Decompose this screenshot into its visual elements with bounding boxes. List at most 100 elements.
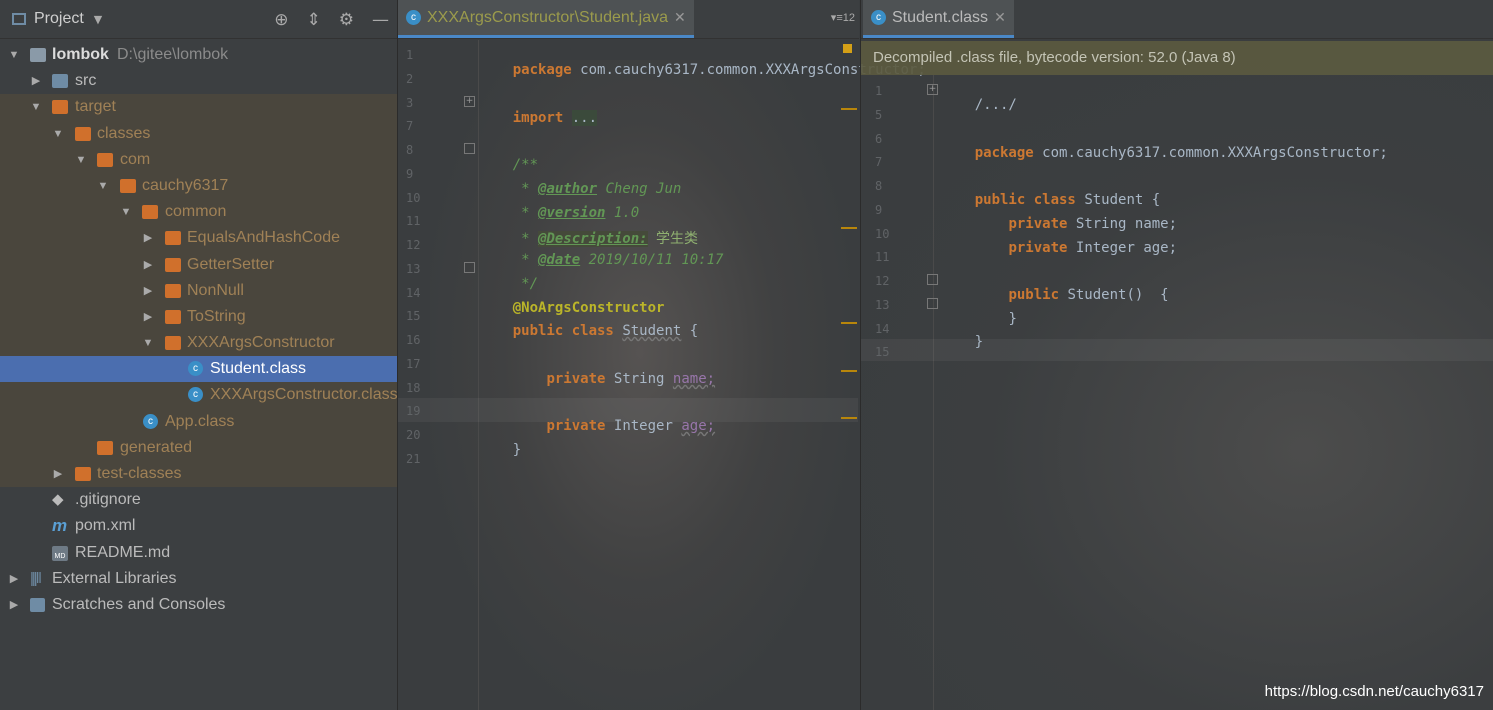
expand-arrow-icon[interactable]: ▼ xyxy=(30,94,42,120)
fold-icon[interactable]: + xyxy=(464,96,475,107)
project-title[interactable]: Project xyxy=(34,10,84,28)
type-name: String xyxy=(613,371,665,387)
tree-item-label: common xyxy=(165,203,227,221)
tab-student-java[interactable]: c XXXArgsConstructor\Student.java ✕ xyxy=(398,0,694,38)
tree-item-nonnull[interactable]: ▶ NonNull xyxy=(0,277,397,304)
expand-arrow-icon[interactable]: ▶ xyxy=(30,68,42,94)
line-number: 7 xyxy=(406,119,414,133)
fold-icon[interactable] xyxy=(464,262,475,273)
folder-icon xyxy=(165,283,181,298)
line-number: 15 xyxy=(875,345,890,359)
tree-item-label: Student.class xyxy=(210,360,307,378)
editor-tabbar: c XXXArgsConstructor\Student.java ✕ ▾≡12 xyxy=(398,0,859,39)
tree-item-xxxargsconstructor-class[interactable]: c XXXArgsConstructor.class xyxy=(0,382,398,409)
expand-arrow-icon[interactable]: ▶ xyxy=(52,461,64,487)
tree-item-label: XXXArgsConstructor.class xyxy=(210,386,398,404)
expand-arrow-icon[interactable]: ▼ xyxy=(8,42,20,68)
tree-item-common[interactable]: ▼ common xyxy=(0,199,397,226)
error-stripe-marker[interactable] xyxy=(841,108,857,110)
tree-item-cauchy6317[interactable]: ▼ cauchy6317 xyxy=(0,172,397,200)
fold-icon[interactable] xyxy=(927,274,938,285)
expand-arrow-icon[interactable]: ▶ xyxy=(8,592,20,618)
expand-arrow-icon[interactable]: ▶ xyxy=(142,252,154,278)
expand-arrow-icon[interactable]: ▶ xyxy=(142,304,154,330)
line-number: 12 xyxy=(875,274,890,288)
maven-icon: m xyxy=(52,516,68,536)
tree-item-scratches[interactable]: ▶ Scratches and Consoles xyxy=(0,592,397,618)
code-line[interactable]: private Integer age; xyxy=(941,224,1177,272)
expand-arrow-icon[interactable]: ▼ xyxy=(75,147,87,173)
close-icon[interactable]: ✕ xyxy=(994,9,1006,26)
tab-student-class[interactable]: c Student.class ✕ xyxy=(863,0,1014,38)
tree-item-student-class[interactable]: c Student.class xyxy=(0,356,397,383)
fold-icon[interactable] xyxy=(464,143,475,154)
tab-label: Student.class xyxy=(892,8,989,26)
tree-item-com[interactable]: ▼ com xyxy=(0,146,397,173)
gear-icon[interactable]: ⚙ xyxy=(339,10,354,30)
code-line[interactable]: import ... xyxy=(479,94,598,142)
keyword: package xyxy=(974,145,1034,161)
tree-item-external-libraries[interactable]: ▶ |||‖ External Libraries xyxy=(0,566,397,592)
tree-item-target[interactable]: ▼ target xyxy=(0,94,397,121)
folder-icon xyxy=(142,205,158,220)
close-icon[interactable]: ✕ xyxy=(674,9,686,26)
code-line[interactable]: package com.cauchy6317.common.XXXArgsCon… xyxy=(941,129,1388,177)
tree-item-gitignore[interactable]: ◆ .gitignore xyxy=(0,487,397,513)
expand-arrow-icon[interactable]: ▼ xyxy=(142,330,154,356)
code-line[interactable]: public class Student { xyxy=(479,307,698,355)
tree-item-label: generated xyxy=(120,438,193,456)
tree-item-pom-xml[interactable]: m pom.xml xyxy=(0,513,397,539)
tree-item-lombok[interactable]: ▼ lombok D:\gitee\lombok xyxy=(0,42,397,68)
collapse-all-icon[interactable]: ⇕ xyxy=(307,10,321,30)
tree-item-test-classes[interactable]: ▶ test-classes xyxy=(0,461,397,488)
line-number: 13 xyxy=(406,262,421,276)
line-number: 15 xyxy=(406,309,421,323)
tree-item-tostring[interactable]: ▶ ToString xyxy=(0,303,397,331)
watermark: https://blog.csdn.net/cauchy6317 xyxy=(1264,683,1484,700)
line-number: 9 xyxy=(875,203,883,217)
expand-arrow-icon[interactable]: ▶ xyxy=(8,566,20,592)
chevron-down-icon[interactable]: ▼ xyxy=(94,13,102,26)
code-line[interactable]: } xyxy=(479,426,521,474)
field-name: name; xyxy=(672,371,716,387)
decompiled-editor: c Student.class ✕ Decompiled .class file… xyxy=(860,0,1493,710)
folder-icon xyxy=(120,178,136,193)
tree-item-app-class[interactable]: c App.class xyxy=(0,408,397,435)
fold-icon[interactable] xyxy=(927,298,938,309)
tree-item-generated[interactable]: generated xyxy=(0,434,397,461)
minimize-icon[interactable]: — xyxy=(372,10,389,30)
tree-item-gettersetter[interactable]: ▶ GetterSetter xyxy=(0,251,397,278)
expand-arrow-icon[interactable]: ▼ xyxy=(52,121,64,147)
folded-imports[interactable]: ... xyxy=(571,110,598,126)
expand-arrow-icon[interactable]: ▶ xyxy=(142,225,154,251)
code-line[interactable]: /.../ xyxy=(941,81,1017,129)
field-declaration: Integer age; xyxy=(1075,240,1178,256)
list-icon: ▾≡ xyxy=(830,12,843,24)
line-number: 13 xyxy=(875,298,890,312)
error-stripe-marker[interactable] xyxy=(841,370,857,372)
tree-item-label: README.md xyxy=(75,543,171,561)
tab-overflow[interactable]: ▾≡12 xyxy=(831,11,855,24)
warning-marker[interactable] xyxy=(843,44,852,53)
expand-arrow-icon[interactable]: ▼ xyxy=(120,199,132,225)
line-number: 12 xyxy=(406,238,421,252)
folder-icon xyxy=(52,100,68,115)
error-stripe-marker[interactable] xyxy=(841,322,857,324)
fold-icon[interactable]: + xyxy=(927,84,938,95)
tree-item-label: .gitignore xyxy=(75,491,141,509)
locate-icon[interactable]: ⊕ xyxy=(274,10,288,30)
tree-item-xxxargsconstructor[interactable]: ▼ XXXArgsConstructor xyxy=(0,330,397,357)
error-stripe-marker[interactable] xyxy=(841,417,857,419)
tree-item-classes[interactable]: ▼ classes xyxy=(0,120,397,147)
expand-arrow-icon[interactable]: ▼ xyxy=(97,173,109,199)
tree-item-src[interactable]: ▶ src xyxy=(0,68,397,94)
tree-item-equalsandhashcode[interactable]: ▶ EqualsAndHashCode xyxy=(0,225,397,252)
code-line[interactable]: private String name; xyxy=(479,355,715,403)
tree-item-readme[interactable]: MD README.md xyxy=(0,540,397,566)
error-stripe-marker[interactable] xyxy=(841,227,857,229)
code-line[interactable]: package com.cauchy6317.common.XXXArgsCon… xyxy=(479,46,926,94)
folded-header[interactable]: /.../ xyxy=(975,97,1017,113)
expand-arrow-icon[interactable]: ▶ xyxy=(142,278,154,304)
code-line[interactable]: } xyxy=(941,318,983,366)
